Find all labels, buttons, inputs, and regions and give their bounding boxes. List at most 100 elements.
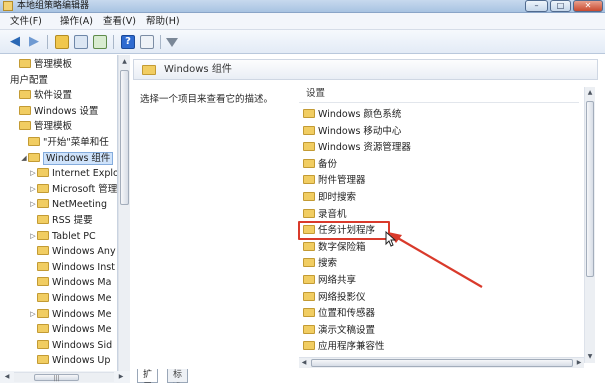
tree-item[interactable]: 管理模板 — [11, 119, 72, 134]
setting-item[interactable]: 网络投影仪 — [303, 290, 366, 306]
tree-pane[interactable]: 管理模板 用户配置 软件设置 Windows 设置 管理模板 "开始"菜单和任 ◢ Windo… — [0, 55, 118, 371]
scroll-right-arrow[interactable]: ▶ — [116, 372, 126, 382]
folder-icon — [37, 230, 49, 240]
tree-item[interactable]: Windows Me — [29, 291, 111, 306]
tree-item[interactable]: Windows Me — [29, 322, 111, 337]
export-list-icon[interactable] — [93, 35, 107, 49]
folder-icon — [19, 105, 31, 115]
tree-item-label: Windows Ma — [52, 277, 112, 289]
tree-item[interactable]: Windows Ma — [29, 275, 111, 290]
menu-file[interactable]: 文件(F) — [10, 15, 42, 28]
scroll-left-arrow[interactable]: ◀ — [299, 358, 309, 368]
close-button[interactable]: ✕ — [573, 0, 603, 12]
minimize-button[interactable]: – — [525, 0, 548, 12]
setting-item-label: 即时搜索 — [318, 192, 357, 203]
tree-item[interactable]: 管理模板 — [11, 57, 72, 72]
setting-item[interactable]: Windows 移动中心 — [303, 124, 401, 140]
tree-item[interactable]: ▷ Windows Me — [29, 307, 111, 322]
folder-icon — [303, 192, 315, 201]
maximize-button[interactable]: □ — [550, 0, 571, 12]
tree-item[interactable]: ▷ Internet Explo — [29, 166, 117, 181]
setting-item[interactable]: 即时搜索 — [303, 190, 356, 206]
tree-item[interactable]: Windows Inst — [29, 260, 115, 275]
column-header-settings[interactable]: 设置 — [299, 85, 579, 103]
tree-item[interactable]: Windows 设置 — [11, 104, 98, 119]
settings-vertical-scrollbar[interactable]: ▲ ▼ — [584, 87, 595, 363]
tree-item-label: Tablet PC — [52, 230, 96, 242]
collapse-triangle-icon[interactable]: ◢ — [20, 151, 28, 166]
arrow-line — [395, 236, 483, 288]
tree-horizontal-scrollbar[interactable]: ◀ ||| ▶ — [0, 371, 130, 383]
setting-item[interactable]: 网络共享 — [303, 273, 356, 289]
forward-arrow-icon[interactable]: ▶ — [27, 35, 41, 49]
scroll-down-arrow[interactable]: ▼ — [585, 352, 595, 362]
folder-icon — [303, 241, 315, 251]
setting-item[interactable]: 附件管理器 — [303, 173, 366, 189]
setting-item[interactable]: 备份 — [303, 157, 337, 173]
scroll-up-arrow[interactable]: ▲ — [119, 57, 130, 67]
expand-triangle-icon[interactable]: ▷ — [29, 307, 37, 322]
setting-item-label: 网络投影仪 — [318, 291, 366, 303]
scroll-left-arrow[interactable]: ◀ — [2, 372, 12, 382]
scroll-thumb[interactable] — [586, 101, 594, 277]
tree-item-label: Windows Inst — [52, 261, 115, 273]
help-icon[interactable]: ? — [121, 35, 135, 49]
tree-item[interactable]: Windows Up — [29, 353, 110, 368]
up-folder-icon[interactable] — [55, 35, 69, 49]
scroll-thumb[interactable] — [120, 70, 129, 205]
folder-icon — [28, 137, 40, 146]
folder-icon — [142, 65, 156, 75]
menu-action[interactable]: 操作(A) — [60, 15, 93, 28]
folder-icon — [37, 168, 49, 178]
tree-item[interactable]: ▷ Tablet PC — [29, 229, 96, 244]
expand-triangle-icon[interactable]: ▷ — [29, 166, 37, 181]
scroll-up-arrow[interactable]: ▲ — [585, 88, 595, 98]
setting-item[interactable]: 演示文稿设置 — [303, 323, 375, 339]
tab-standard[interactable]: 标准 — [167, 369, 189, 383]
tree-item-label: Windows 设置 — [34, 105, 99, 117]
setting-item[interactable]: 位置和传感器 — [303, 306, 375, 322]
h-scroll-thumb[interactable] — [311, 359, 573, 367]
tree-item-label: Windows 组件 — [43, 151, 114, 165]
expand-triangle-icon[interactable]: ▷ — [29, 197, 37, 212]
h-scroll-thumb[interactable]: ||| — [34, 374, 79, 382]
folder-icon — [19, 90, 31, 100]
tree-item[interactable]: 用户配置 — [2, 73, 48, 88]
folder-icon — [303, 291, 315, 301]
tree-item[interactable]: ▷ Microsoft 管理 — [29, 182, 117, 197]
folder-icon — [303, 175, 315, 185]
setting-item-label: 数字保险箱 — [318, 241, 366, 253]
folder-icon — [37, 339, 49, 349]
setting-item[interactable]: 数字保险箱 — [303, 240, 366, 256]
tree-item-label: Windows Any — [52, 246, 116, 258]
setting-item[interactable]: 应用程序兼容性 — [303, 339, 385, 355]
menu-help[interactable]: 帮助(H) — [146, 15, 180, 28]
filter-icon[interactable] — [166, 38, 178, 47]
setting-item[interactable]: Windows 颜色系统 — [303, 107, 401, 123]
h-scroll-track[interactable]: ||| — [14, 372, 114, 382]
tab-extended[interactable]: 扩展 — [137, 369, 159, 383]
setting-item-label: Windows 资源管理器 — [318, 142, 411, 154]
setting-item[interactable]: 搜索 — [303, 256, 337, 272]
tree-item[interactable]: Windows Sid — [29, 338, 112, 353]
folder-icon — [303, 142, 315, 152]
tree-item[interactable]: RSS 提要 — [29, 213, 93, 228]
tree-item[interactable]: Windows Any — [29, 244, 116, 259]
properties-icon[interactable] — [140, 35, 154, 49]
expand-triangle-icon[interactable]: ▷ — [29, 229, 37, 244]
expand-triangle-icon[interactable]: ▷ — [29, 182, 37, 197]
settings-horizontal-scrollbar[interactable]: ◀ ▶ — [299, 357, 584, 368]
tree-item[interactable]: 软件设置 — [11, 88, 72, 103]
show-hide-tree-icon[interactable] — [74, 35, 88, 49]
setting-item[interactable]: Windows 资源管理器 — [303, 140, 411, 156]
tree-item[interactable]: ◢ Windows 组件 — [20, 151, 114, 166]
tree-item[interactable]: ▷ NetMeeting — [29, 197, 107, 212]
tree-vertical-scrollbar[interactable]: ▲ — [118, 55, 130, 371]
scroll-right-arrow[interactable]: ▶ — [574, 358, 584, 368]
back-arrow-icon[interactable]: ◀ — [8, 35, 22, 49]
menu-view[interactable]: 查看(V) — [103, 15, 136, 28]
setting-item-label: 网络共享 — [318, 275, 357, 286]
tree-item[interactable]: "开始"菜单和任 — [20, 135, 109, 150]
tree-item-label: Windows Me — [52, 308, 112, 320]
folder-icon — [37, 324, 49, 334]
